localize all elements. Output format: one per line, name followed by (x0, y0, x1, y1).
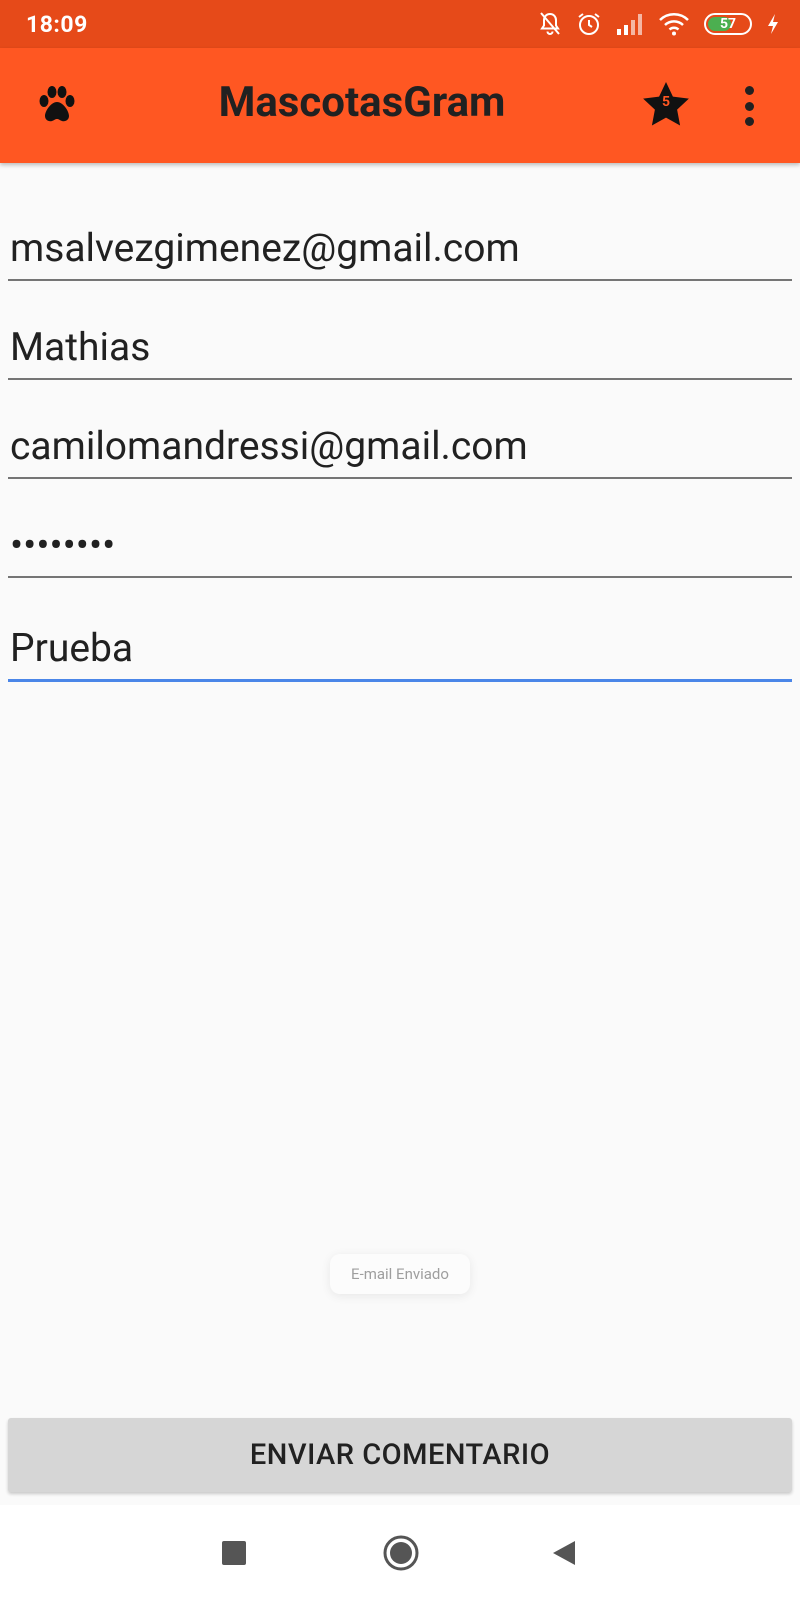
email-from-field[interactable]: msalvezgimenez@gmail.com (8, 225, 792, 281)
message-field[interactable]: Prueba (8, 625, 792, 682)
notifications-off-icon (540, 12, 560, 35)
field-underline (8, 279, 792, 281)
send-comment-button[interactable]: ENVIAR COMENTARIO (8, 1418, 792, 1492)
battery-percent: 57 (719, 16, 737, 32)
recents-icon[interactable] (222, 1541, 246, 1565)
password-value[interactable]: •••••••• (8, 522, 792, 568)
navigation-bar (0, 1505, 800, 1600)
signal-icon (617, 14, 642, 35)
battery-icon: 57 (704, 13, 752, 35)
back-icon[interactable] (551, 1539, 577, 1567)
status-icons: 57 (538, 11, 780, 37)
name-value[interactable]: Mathias (8, 324, 792, 370)
password-field[interactable]: •••••••• (8, 522, 792, 578)
status-bar: 18:09 57 (0, 0, 800, 48)
field-underline (8, 576, 792, 578)
toast-message: E-mail Enviado (330, 1254, 470, 1294)
name-field[interactable]: Mathias (8, 324, 792, 380)
field-underline (8, 477, 792, 479)
home-icon[interactable] (382, 1534, 420, 1572)
app-title: MascotasGram (218, 78, 506, 127)
field-underline-active (8, 679, 792, 682)
favorites-button[interactable]: 5 (641, 80, 691, 130)
alarm-icon (578, 13, 600, 35)
message-value[interactable]: Prueba (8, 625, 792, 671)
field-underline (8, 378, 792, 380)
charging-icon (768, 14, 778, 34)
email-to-value[interactable]: camilomandressi@gmail.com (8, 423, 792, 469)
more-vert-icon[interactable] (742, 86, 756, 126)
wifi-icon (659, 13, 689, 36)
status-time: 18:09 (26, 10, 88, 38)
app-bar: MascotasGram 5 (0, 48, 800, 163)
email-from-value[interactable]: msalvezgimenez@gmail.com (8, 225, 792, 271)
email-to-field[interactable]: camilomandressi@gmail.com (8, 423, 792, 479)
favorites-count: 5 (661, 94, 671, 110)
